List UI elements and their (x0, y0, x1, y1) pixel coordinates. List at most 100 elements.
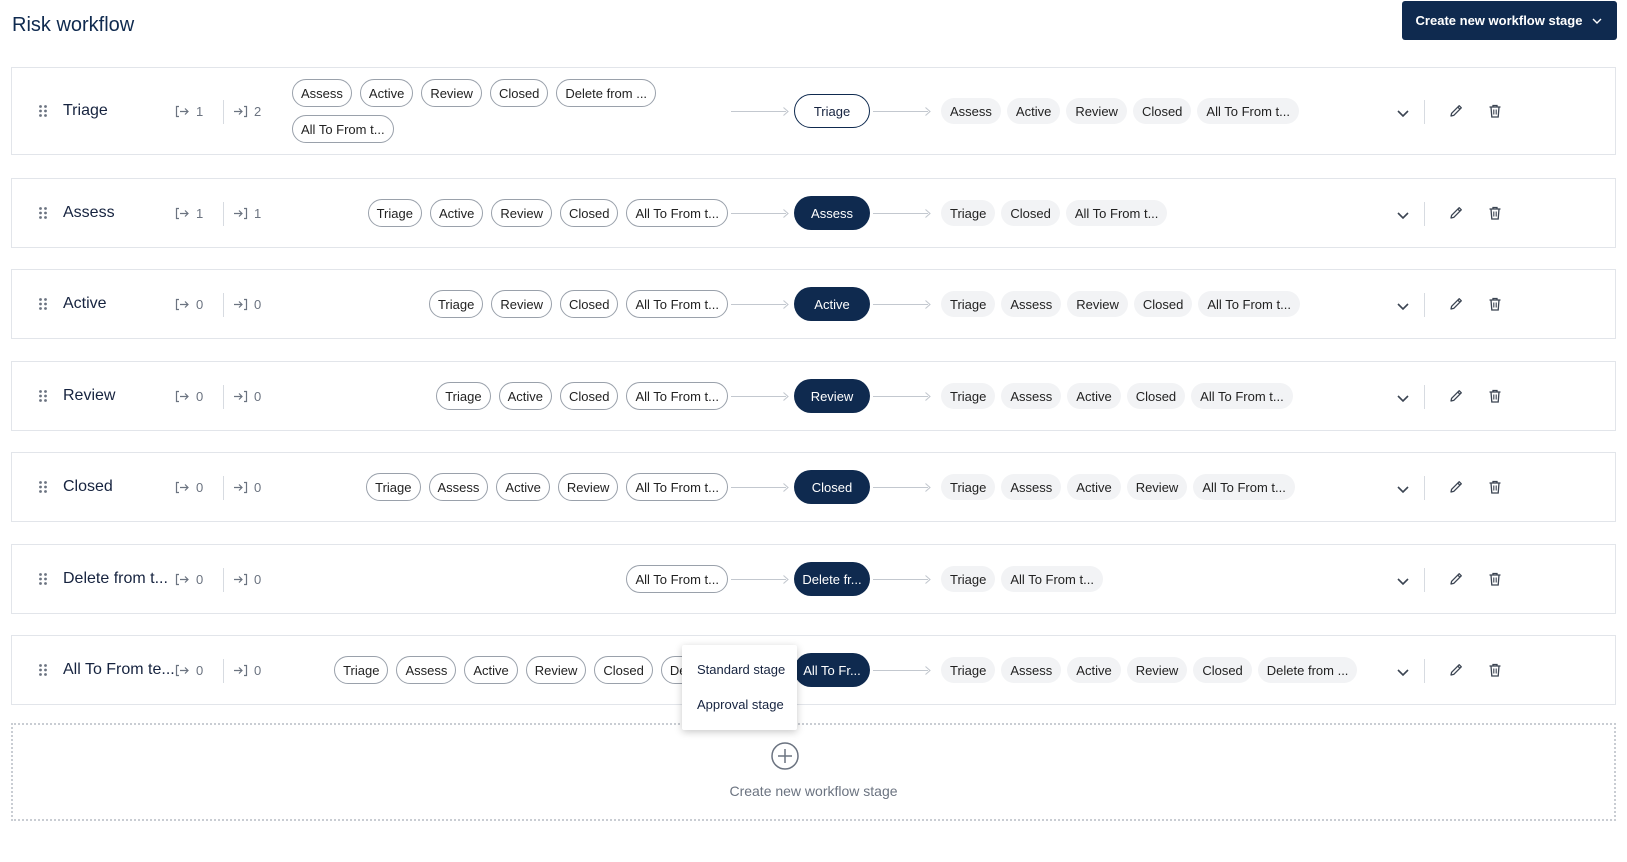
chevron-down-icon[interactable] (1395, 207, 1411, 223)
incoming-transition-chip[interactable]: Review (525, 656, 587, 684)
outgoing-transition-chip[interactable]: Review (1126, 474, 1188, 500)
outgoing-transition-chip[interactable]: Assess (1001, 291, 1062, 317)
outgoing-transition-chip[interactable]: All To From t... (1065, 200, 1168, 226)
trash-icon[interactable] (1487, 296, 1503, 312)
trash-icon[interactable] (1487, 388, 1503, 404)
pencil-icon[interactable] (1448, 571, 1464, 587)
drag-handle-icon[interactable] (38, 206, 48, 220)
outgoing-transition-chip[interactable]: Active (1067, 474, 1121, 500)
incoming-transition-chip[interactable]: Active (429, 199, 484, 227)
outgoing-transition-chip[interactable]: Triage (941, 474, 996, 500)
trash-icon[interactable] (1487, 662, 1503, 678)
drag-handle-icon[interactable] (38, 104, 48, 118)
incoming-transition-chip[interactable]: Active (498, 382, 552, 410)
incoming-transition-chip[interactable]: Triage (367, 199, 422, 227)
incoming-transition-chip[interactable]: Closed (559, 290, 619, 318)
pencil-icon[interactable] (1448, 388, 1464, 404)
current-stage-pill[interactable]: Assess (794, 196, 870, 230)
trash-icon[interactable] (1487, 571, 1503, 587)
chevron-down-icon[interactable] (1395, 664, 1411, 680)
incoming-transition-chip[interactable]: All To From t... (292, 115, 394, 143)
drag-handle-icon[interactable] (38, 389, 48, 403)
incoming-transition-chip[interactable]: Closed (489, 79, 549, 107)
pencil-icon[interactable] (1448, 103, 1464, 119)
incoming-transition-chip[interactable]: Delete from ... (556, 79, 657, 107)
outgoing-transition-chip[interactable]: Triage (941, 657, 996, 683)
drag-handle-icon[interactable] (38, 297, 48, 311)
create-workflow-stage-button[interactable]: Create new workflow stage (1402, 1, 1617, 40)
chevron-down-icon[interactable] (1395, 390, 1411, 406)
drag-handle-icon[interactable] (38, 480, 48, 494)
menu-item-approval-stage[interactable]: Approval stage (682, 690, 797, 725)
incoming-transition-chip[interactable]: Assess (292, 79, 352, 107)
current-stage-pill[interactable]: Triage (794, 94, 870, 128)
incoming-transition-chip[interactable]: Triage (428, 290, 484, 318)
pencil-icon[interactable] (1448, 296, 1464, 312)
outgoing-transition-chip[interactable]: Triage (941, 383, 996, 409)
outgoing-transition-chip[interactable]: Closed (1133, 291, 1193, 317)
incoming-transition-chip[interactable]: Review (421, 79, 482, 107)
outgoing-transition-chip[interactable]: Closed (1132, 98, 1192, 124)
incoming-transition-chip[interactable]: Assess (428, 473, 489, 501)
pencil-icon[interactable] (1448, 479, 1464, 495)
menu-item-standard-stage[interactable]: Standard stage (682, 655, 797, 690)
trash-icon[interactable] (1487, 103, 1503, 119)
outgoing-transition-chip[interactable]: Triage (941, 566, 996, 592)
chevron-down-icon[interactable] (1395, 573, 1411, 589)
incoming-transition-chip[interactable]: All To From t... (626, 565, 728, 593)
current-stage-pill[interactable]: Review (794, 379, 870, 413)
incoming-transition-chip[interactable]: Review (491, 290, 552, 318)
outgoing-transition-chip[interactable]: Triage (941, 200, 996, 226)
outgoing-transition-chip[interactable]: Closed (1001, 200, 1060, 226)
incoming-transition-chip[interactable]: All To From t... (626, 473, 728, 501)
incoming-transition-chip[interactable]: Active (359, 79, 414, 107)
outgoing-transition-chip[interactable]: All To From t... (1193, 474, 1295, 500)
outgoing-transition-chip[interactable]: Triage (941, 291, 996, 317)
outgoing-transition-chip[interactable]: All To From t... (1197, 98, 1299, 124)
outgoing-transition-chip[interactable]: Review (1066, 98, 1127, 124)
create-stage-dropzone[interactable]: Create new workflow stage (11, 723, 1616, 821)
incoming-transition-chip[interactable]: All To From t... (626, 199, 728, 227)
incoming-transition-chip[interactable]: Active (496, 473, 550, 501)
outgoing-transition-chip[interactable]: Active (1067, 383, 1121, 409)
current-stage-pill[interactable]: Closed (794, 470, 870, 504)
outgoing-transition-chip[interactable]: Closed (1126, 383, 1186, 409)
outgoing-transition-chip[interactable]: Active (1006, 98, 1061, 124)
outgoing-transition-chip[interactable]: Active (1067, 657, 1121, 683)
incoming-transition-chip[interactable]: Active (464, 656, 518, 684)
incoming-transition-chip[interactable]: All To From t... (626, 290, 728, 318)
incoming-transition-chip[interactable]: All To From t... (626, 382, 728, 410)
incoming-transition-chip[interactable]: Triage (366, 473, 421, 501)
incoming-transition-chip[interactable]: Review (557, 473, 619, 501)
pencil-icon[interactable] (1448, 662, 1464, 678)
incoming-transition-chip[interactable]: Triage (334, 656, 389, 684)
chevron-down-icon[interactable] (1395, 481, 1411, 497)
incoming-transition-chip[interactable]: Closed (594, 656, 653, 684)
chevron-down-icon[interactable] (1395, 298, 1411, 314)
chevron-down-icon[interactable] (1395, 105, 1411, 121)
outgoing-transition-chip[interactable]: Review (1126, 657, 1188, 683)
incoming-transition-chip[interactable]: Triage (436, 382, 491, 410)
incoming-transition-chip[interactable]: Review (491, 199, 552, 227)
outgoing-transition-chip[interactable]: All To From t... (1191, 383, 1293, 409)
drag-handle-icon[interactable] (38, 663, 48, 677)
outgoing-transition-chip[interactable]: Assess (941, 98, 1001, 124)
incoming-transition-chip[interactable]: Assess (396, 656, 457, 684)
pencil-icon[interactable] (1448, 205, 1464, 221)
drag-handle-icon[interactable] (38, 572, 48, 586)
outgoing-transition-chip[interactable]: All To From t... (1001, 566, 1103, 592)
outgoing-transition-chip[interactable]: All To From t... (1198, 291, 1300, 317)
outgoing-transition-chip[interactable]: Assess (1001, 383, 1062, 409)
current-stage-pill[interactable]: All To Fr... (794, 653, 870, 687)
trash-icon[interactable] (1487, 205, 1503, 221)
incoming-transition-chip[interactable]: Closed (559, 382, 619, 410)
incoming-transition-chip[interactable]: Closed (559, 199, 619, 227)
outgoing-transition-chip[interactable]: Review (1067, 291, 1128, 317)
trash-icon[interactable] (1487, 479, 1503, 495)
current-stage-pill[interactable]: Delete fr... (794, 562, 870, 596)
outgoing-transition-chip[interactable]: Delete from ... (1257, 657, 1358, 683)
outgoing-transition-chip[interactable]: Assess (1001, 474, 1062, 500)
outgoing-transition-chip[interactable]: Closed (1193, 657, 1252, 683)
outgoing-transition-chip[interactable]: Assess (1001, 657, 1062, 683)
current-stage-pill[interactable]: Active (794, 287, 870, 321)
